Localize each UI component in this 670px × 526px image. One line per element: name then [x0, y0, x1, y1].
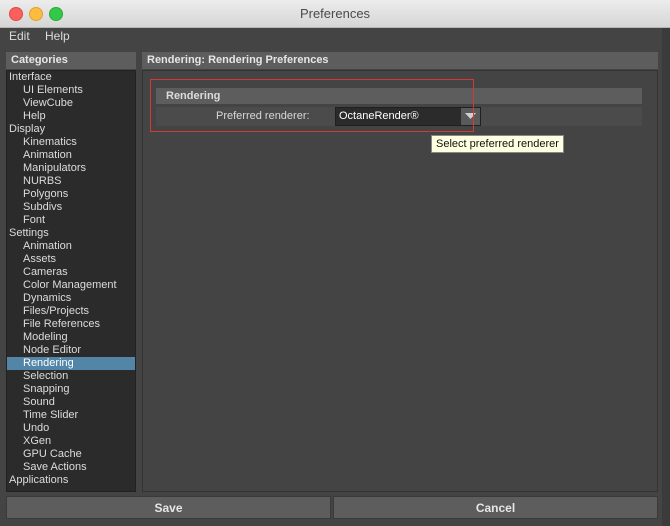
menu-edit[interactable]: Edit [9, 29, 30, 43]
category-item-applications[interactable]: Applications [7, 474, 135, 487]
category-item-rendering[interactable]: Rendering [7, 357, 135, 370]
category-item-sound[interactable]: Sound [7, 396, 135, 409]
menu-help[interactable]: Help [45, 29, 70, 43]
category-item-subdivs[interactable]: Subdivs [7, 201, 135, 214]
categories-header: Categories [6, 52, 136, 69]
category-item-display[interactable]: Display [7, 123, 135, 136]
category-item-xgen[interactable]: XGen [7, 435, 135, 448]
category-item-interface[interactable]: Interface [7, 71, 135, 84]
category-item-font[interactable]: Font [7, 214, 135, 227]
title-bar: Preferences [0, 0, 670, 28]
categories-list[interactable]: Interface UI Elements ViewCube Help Display K… [6, 70, 136, 492]
category-item-help[interactable]: Help [7, 110, 135, 123]
category-item-snapping[interactable]: Snapping [7, 383, 135, 396]
category-item-nurbs[interactable]: NURBS [7, 175, 135, 188]
category-item-ui-elements[interactable]: UI Elements [7, 84, 135, 97]
category-item-viewcube[interactable]: ViewCube [7, 97, 135, 110]
preferred-renderer-row: Preferred renderer: OctaneRender® [156, 107, 642, 126]
bottom-button-bar: Save Cancel [6, 496, 658, 519]
category-item-color-management[interactable]: Color Management [7, 279, 135, 292]
dropdown-arrow-icon[interactable] [461, 108, 480, 125]
category-item-gpu-cache[interactable]: GPU Cache [7, 448, 135, 461]
window-edge [662, 28, 670, 526]
save-button[interactable]: Save [6, 496, 331, 519]
preferences-panel: Rendering: Rendering Preferences Renderi… [142, 52, 658, 492]
category-item-animation[interactable]: Animation [7, 240, 135, 253]
category-item-settings[interactable]: Settings [7, 227, 135, 240]
category-item-undo[interactable]: Undo [7, 422, 135, 435]
category-item-modeling[interactable]: Modeling [7, 331, 135, 344]
rendering-section-header[interactable]: Rendering [156, 88, 642, 104]
category-item-animation[interactable]: Animation [7, 149, 135, 162]
preferred-renderer-dropdown[interactable]: OctaneRender® [335, 107, 481, 126]
category-item-kinematics[interactable]: Kinematics [7, 136, 135, 149]
category-item-assets[interactable]: Assets [7, 253, 135, 266]
category-item-selection[interactable]: Selection [7, 370, 135, 383]
tooltip: Select preferred renderer [431, 135, 564, 153]
category-item-save-actions[interactable]: Save Actions [7, 461, 135, 474]
category-item-time-slider[interactable]: Time Slider [7, 409, 135, 422]
cancel-button[interactable]: Cancel [333, 496, 658, 519]
preferences-body: Rendering Preferred renderer: OctaneRend… [142, 70, 658, 492]
preferred-renderer-value: OctaneRender® [339, 110, 419, 122]
categories-panel: Categories Interface UI Elements ViewCube H… [6, 52, 136, 492]
category-item-cameras[interactable]: Cameras [7, 266, 135, 279]
category-item-dynamics[interactable]: Dynamics [7, 292, 135, 305]
category-item-files-projects[interactable]: Files/Projects [7, 305, 135, 318]
category-item-file-references[interactable]: File References [7, 318, 135, 331]
preferred-renderer-label: Preferred renderer: [216, 110, 310, 122]
category-item-node-editor[interactable]: Node Editor [7, 344, 135, 357]
category-item-manipulators[interactable]: Manipulators [7, 162, 135, 175]
preferences-header: Rendering: Rendering Preferences [142, 52, 658, 69]
category-item-polygons[interactable]: Polygons [7, 188, 135, 201]
menu-bar: Edit Help [0, 28, 670, 47]
window-title: Preferences [299, 6, 371, 21]
